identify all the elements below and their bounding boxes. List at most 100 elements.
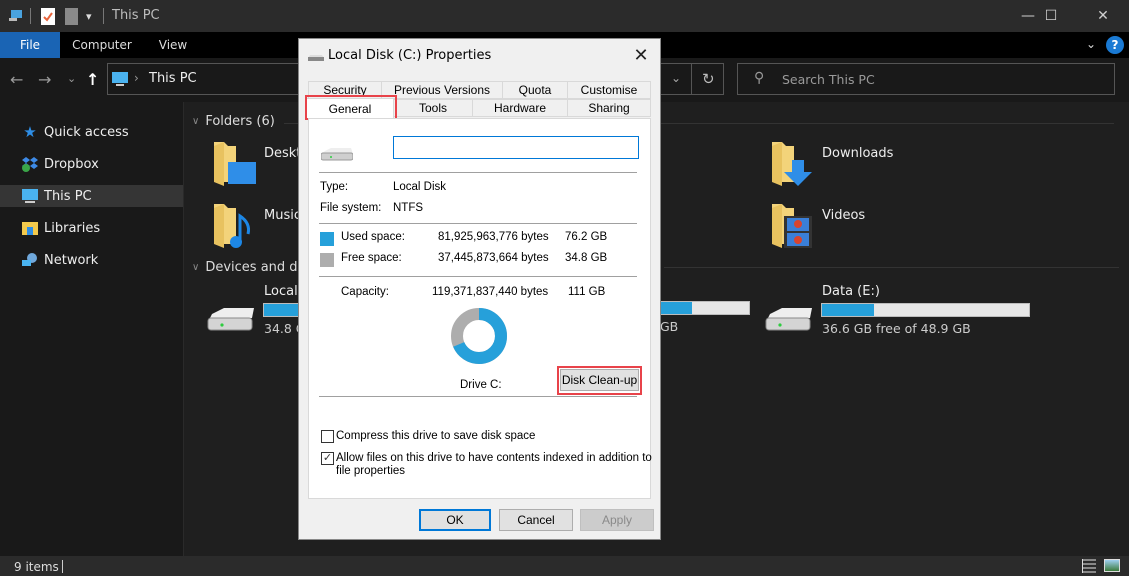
address-divider (691, 64, 692, 94)
sidebar-item-label: This PC (44, 188, 92, 204)
type-label: Type: (320, 181, 349, 193)
capacity-gb: 111 GB (568, 286, 606, 298)
divider (319, 396, 637, 397)
explorer-app-icon (8, 7, 24, 25)
sidebar-item-label: Quick access (44, 124, 129, 140)
drive-free-text: 36.6 GB free of 48.9 GB (822, 321, 971, 336)
group-label: Folders (6) (205, 114, 275, 129)
folder-label: Downloads (822, 146, 894, 161)
free-space-gb: 34.8 GB (565, 252, 608, 264)
devices-group-header[interactable]: ∨ Devices and dri (192, 260, 307, 275)
sidebar-item-libraries[interactable]: Libraries (0, 217, 183, 239)
toolbar-separator (30, 8, 31, 24)
recent-locations-icon[interactable]: ⌄ (67, 72, 76, 85)
dialog-close-button[interactable]: ✕ (626, 41, 656, 69)
tab-computer[interactable]: Computer (66, 32, 138, 58)
ok-button[interactable]: OK (419, 509, 491, 531)
sidebar-item-label: Libraries (44, 220, 101, 236)
tab-customise[interactable]: Customise (567, 81, 651, 99)
libraries-icon (22, 220, 38, 236)
maximize-button[interactable]: ☐ (1028, 0, 1074, 32)
up-button[interactable]: ↑ (86, 70, 99, 89)
volume-label-input[interactable] (393, 136, 639, 159)
divider (319, 223, 637, 224)
drive-name: Data (E:) (822, 284, 880, 299)
back-button[interactable]: ← (10, 70, 23, 89)
sidebar-item-label: Network (44, 252, 99, 268)
tab-file[interactable]: File (0, 32, 60, 58)
drive-free-text-continued: GB (660, 319, 679, 334)
address-separator-icon: › (134, 71, 139, 85)
index-checkbox[interactable]: ✓ (321, 452, 334, 465)
address-dropdown-icon[interactable]: ⌄ (671, 71, 681, 85)
customize-toolbar-dropdown-icon[interactable]: ▾ (86, 7, 92, 25)
group-label: Devices and dri (205, 260, 307, 275)
index-label-line1: Allow files on this drive to have conten… (336, 452, 652, 464)
divider (319, 276, 637, 277)
item-count: 9 items (14, 560, 59, 574)
forward-button[interactable]: → (38, 70, 51, 89)
dialog-title: Local Disk (C:) Properties (328, 48, 492, 63)
downloads-folder-icon (772, 142, 812, 186)
search-input[interactable]: ⚲ Search This PC (737, 63, 1115, 95)
hard-drive-icon (207, 308, 254, 331)
sidebar-item-quick-access[interactable]: ★ Quick access (0, 121, 183, 143)
properties-icon[interactable] (41, 7, 55, 25)
sidebar-item-this-pc[interactable]: This PC (0, 185, 183, 207)
tab-previous-versions[interactable]: Previous Versions (381, 81, 503, 99)
sidebar-item-dropbox[interactable]: Dropbox (0, 153, 183, 175)
tab-sharing[interactable]: Sharing (567, 99, 651, 117)
new-folder-icon[interactable] (65, 7, 78, 25)
details-view-icon[interactable] (1082, 559, 1096, 573)
general-tab-panel: Type: Local Disk File system: NTFS Used … (308, 118, 652, 499)
free-space-bytes: 37,445,873,664 bytes (438, 252, 549, 264)
drive-icon (321, 148, 353, 161)
folder-label: Videos (822, 208, 866, 223)
index-label-line2: file properties (336, 465, 406, 477)
sidebar-item-network[interactable]: Network (0, 249, 183, 271)
star-icon: ★ (23, 123, 37, 141)
file-system-value: NTFS (393, 202, 424, 214)
folders-group-header[interactable]: ∨ Folders (6) (192, 114, 275, 129)
status-bar: 9 items (0, 556, 1129, 576)
drive-icon (308, 55, 324, 61)
status-separator (62, 560, 63, 573)
drive-usage-fill (822, 304, 875, 316)
capacity-label: Capacity: (341, 286, 389, 298)
drive-name: Local (264, 284, 298, 299)
disk-usage-donut (451, 308, 507, 364)
tab-view[interactable]: View (150, 32, 196, 58)
hard-drive-icon (765, 308, 812, 331)
dropbox-icon (22, 156, 38, 172)
navigation-pane: ★ Quick access Dropbox This PC Libraries… (0, 102, 183, 556)
window-title: This PC (112, 8, 160, 23)
search-icon: ⚲ (754, 70, 765, 86)
toolbar-separator (103, 8, 104, 24)
address-text[interactable]: This PC (149, 71, 197, 86)
free-space-label: Free space: (341, 252, 402, 264)
divider (319, 172, 637, 173)
drive-data-e[interactable]: Data (E:) 36.6 GB free of 48.9 GB (764, 284, 1064, 340)
highlight-disk-cleanup (557, 366, 642, 395)
tab-tools[interactable]: Tools (393, 99, 473, 117)
properties-dialog: Local Disk (C:) Properties ✕ Security Pr… (298, 38, 661, 540)
compress-checkbox[interactable] (321, 430, 334, 443)
close-button[interactable]: ✕ (1080, 0, 1126, 32)
videos-folder-icon (772, 204, 812, 248)
music-folder-icon (214, 204, 250, 248)
type-value: Local Disk (393, 181, 447, 193)
chevron-down-icon: ∨ (192, 262, 200, 273)
tab-quota[interactable]: Quota (502, 81, 568, 99)
drive-usage-bar (821, 303, 1030, 317)
large-icons-view-icon[interactable] (1104, 559, 1120, 572)
expand-ribbon-icon[interactable]: ⌄ (1086, 37, 1096, 51)
capacity-bytes: 119,371,837,440 bytes (432, 286, 549, 298)
cancel-button[interactable]: Cancel (499, 509, 573, 531)
apply-button[interactable]: Apply (580, 509, 654, 531)
tab-hardware[interactable]: Hardware (472, 99, 568, 117)
network-icon (22, 252, 38, 268)
used-space-gb: 76.2 GB (565, 231, 608, 243)
help-icon[interactable]: ? (1106, 36, 1124, 54)
file-system-label: File system: (320, 202, 382, 214)
refresh-button[interactable]: ↻ (702, 70, 715, 88)
